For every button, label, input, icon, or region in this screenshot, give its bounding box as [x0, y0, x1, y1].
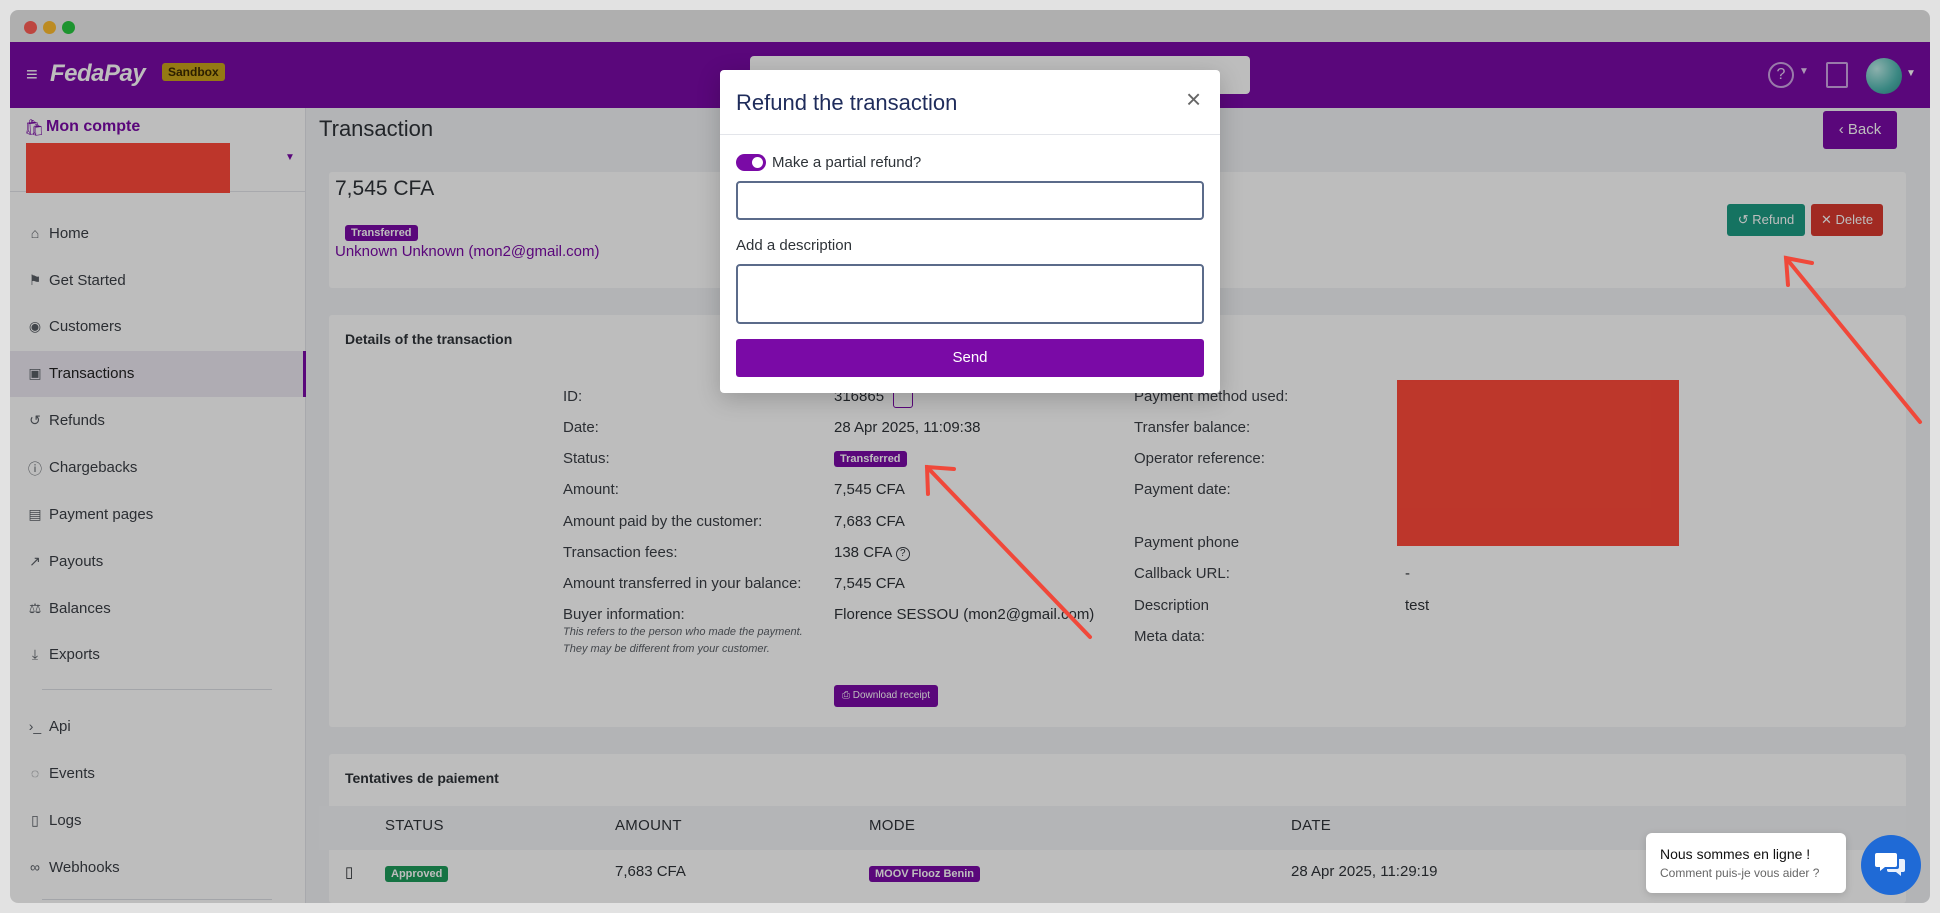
- chat-greeting-bubble[interactable]: Nous sommes en ligne ! Comment puis-je v…: [1646, 833, 1846, 893]
- chat-line-2: Comment puis-je vous aider ?: [1660, 866, 1820, 880]
- chat-launcher-button[interactable]: [1861, 835, 1921, 895]
- chat-line-1: Nous sommes en ligne !: [1660, 846, 1811, 862]
- chat-icon: [1875, 853, 1905, 876]
- description-textarea[interactable]: [736, 264, 1204, 324]
- partial-refund-label: Make a partial refund?: [772, 154, 922, 171]
- refund-amount-input[interactable]: [736, 181, 1204, 220]
- description-label: Add a description: [736, 237, 852, 254]
- send-button[interactable]: Send: [736, 339, 1204, 377]
- modal-divider: [720, 134, 1220, 135]
- close-icon[interactable]: ×: [1186, 84, 1201, 114]
- partial-refund-toggle[interactable]: [736, 154, 766, 171]
- refund-modal: Refund the transaction × Make a partial …: [720, 70, 1220, 393]
- modal-title: Refund the transaction: [736, 90, 958, 115]
